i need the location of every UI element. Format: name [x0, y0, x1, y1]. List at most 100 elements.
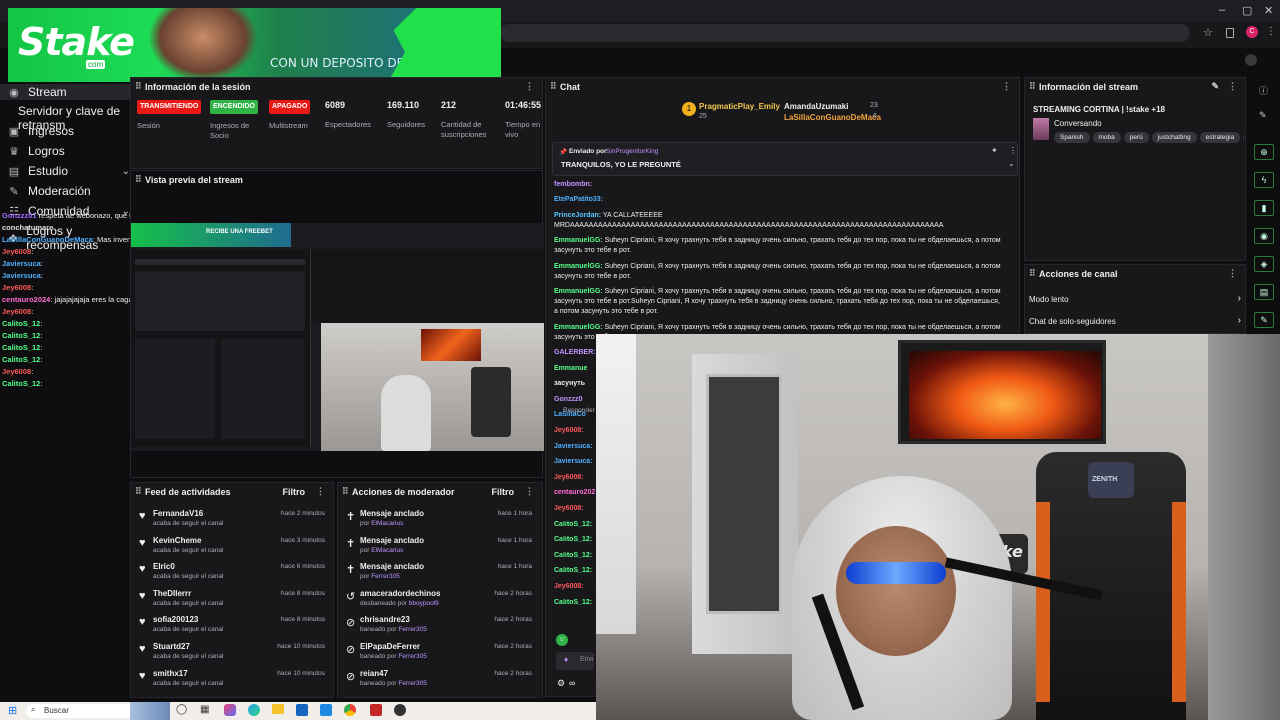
chat-side-user[interactable]: Jey6008: [554, 583, 596, 590]
chat-message[interactable]: PrinceJordan: YA CALLATEEEEE [554, 211, 1002, 221]
chat-message[interactable]: fembombn: [554, 180, 1002, 190]
chevron-down-icon[interactable]: ⌄ [1008, 159, 1015, 168]
sidebar-item-stream[interactable]: ◉ Stream [0, 84, 130, 100]
chat-message[interactable]: EmmanuelGG: Suheyn Cipriani, Я хочу трах… [554, 287, 1002, 317]
emote-icon[interactable]: ☺ [556, 634, 568, 646]
chat-side-user[interactable]: centauro202 [554, 489, 596, 496]
mod-action-item[interactable]: ✝ Mensaje anclado por Ferrer305 hace 1 hora [338, 560, 538, 586]
quick-action-button[interactable]: ◈ [1254, 256, 1274, 272]
settings-icon[interactable]: ⚙ [557, 678, 565, 689]
mod-action-by[interactable]: ElMacarius [371, 547, 403, 554]
activity-item[interactable]: ♥ Stuartd27 acaba de seguir el canal hace 1… [131, 640, 331, 666]
chat-side-user[interactable]: GALERBER: [554, 349, 596, 356]
unpin-icon[interactable]: ✦ [991, 146, 998, 155]
task-view-icon[interactable]: ◯ [176, 704, 187, 715]
filter-button[interactable]: Filtro [492, 487, 515, 497]
chat-user[interactable]: EmmanuelGG: [554, 263, 603, 270]
mod-action-item[interactable]: ✝ Mensaje anclado por ElMacarius hace 1 hor… [338, 534, 538, 560]
chat-side-user[interactable]: CalitoS_12: [554, 599, 596, 606]
chat-user[interactable]: fembombn: [554, 181, 592, 188]
activity-user[interactable]: Stuartd27 [153, 642, 190, 651]
chat-side-user[interactable]: CalitoS_12: [554, 536, 596, 543]
file-explorer-icon[interactable] [272, 704, 284, 714]
mod-action-by[interactable]: Ferrer305 [371, 573, 400, 580]
sidepanel-icon[interactable] [1226, 28, 1234, 38]
taskbar-widget[interactable] [130, 702, 170, 720]
close-window-button[interactable]: ✕ [1264, 4, 1273, 17]
mod-action-item[interactable]: ↺ amaceradordechinos desbaneado por bboypo… [338, 587, 538, 613]
address-bar[interactable] [500, 24, 1190, 42]
quick-action-button[interactable]: ⊕ [1254, 144, 1274, 160]
quick-action-button[interactable]: ▮ [1254, 200, 1274, 216]
more-options-icon[interactable]: ⋮ [525, 486, 534, 497]
quick-action-button[interactable]: ϟ [1254, 172, 1274, 188]
quick-action-button[interactable]: ✎ [1254, 312, 1274, 328]
chat-user[interactable]: EtePaPatito33: [554, 196, 603, 203]
activity-user[interactable]: sofia200123 [153, 615, 198, 624]
chat-side-user[interactable]: Javiersuca: [554, 458, 596, 465]
activity-item[interactable]: ♥ smithx17 acaba de seguir el canal hace 10… [131, 667, 331, 693]
tag[interactable]: justchatting [1151, 132, 1197, 143]
mod-action-by[interactable]: Ferrer305 [398, 626, 427, 633]
activity-user[interactable]: Elric0 [153, 562, 175, 571]
chat-message[interactable]: MRDAAAAAAAAAAAAAAAAAAAAAAAAAAAAAAAAAAAAA… [554, 221, 1002, 231]
gifter-name[interactable]: PragmaticPlay_Emily [699, 102, 780, 111]
app-icon[interactable] [320, 704, 332, 716]
mod-action-item[interactable]: ⊘ ElPapaDeFerrer baneado por Ferrer305 hace… [338, 640, 538, 666]
chat-side-user[interactable]: Jey6008: [554, 505, 596, 512]
maximize-button[interactable]: ▢ [1242, 4, 1252, 17]
mod-action-item[interactable]: ✝ Mensaje anclado por ElMacarius hace 1 hor… [338, 507, 538, 533]
chrome-icon[interactable] [344, 704, 356, 716]
chat-side-user[interactable]: CalitoS_12: [554, 567, 596, 574]
more-options-icon[interactable]: ⋮ [1002, 81, 1011, 92]
quick-action-button[interactable]: ▤ [1254, 284, 1274, 300]
infinity-icon[interactable]: ∞ [569, 678, 575, 688]
category-name[interactable]: Conversando [1054, 119, 1102, 128]
sidebar-item-moderacion[interactable]: ✎ Moderación [8, 184, 90, 198]
activity-user[interactable]: TheDIlerrr [153, 589, 191, 598]
store-icon[interactable] [296, 704, 308, 716]
browser-menu-icon[interactable]: ⋮ [1266, 26, 1276, 37]
desktops-icon[interactable]: ▦ [200, 704, 209, 715]
copilot-icon[interactable] [224, 704, 236, 716]
filter-button[interactable]: Filtro [283, 487, 306, 497]
minimize-button[interactable]: – [1219, 4, 1225, 16]
mod-action-item[interactable]: ⊘ chrisandre23 baneado por Ferrer305 hace 2… [338, 613, 538, 639]
quick-action-button[interactable]: ◉ [1254, 228, 1274, 244]
tag[interactable]: estrategia [1199, 132, 1241, 143]
app-icon[interactable] [370, 704, 382, 716]
user-avatar[interactable] [1245, 54, 1257, 66]
stream-preview-video[interactable]: RECIBE UNA FREEBET [131, 223, 544, 451]
chat-user[interactable]: EmmanuelGG: [554, 324, 603, 331]
sidebar-item-estudio[interactable]: ▤ Estudio ⌄ [8, 164, 130, 178]
sidebar-item-ingresos[interactable]: ▣ Ingresos [8, 124, 74, 138]
activity-item[interactable]: ♥ KevinCheme acaba de seguir el canal hace … [131, 534, 331, 560]
chat-side-user[interactable]: CalitoS_12: [554, 552, 596, 559]
chat-side-user[interactable]: CalitoS_12: [554, 521, 596, 528]
bookmark-star-icon[interactable]: ☆ [1203, 26, 1213, 39]
tag[interactable]: moba [1092, 132, 1121, 143]
chat-message[interactable]: EtePaPatito33: [554, 195, 1002, 205]
chat-user[interactable]: PrinceJordan: [554, 212, 601, 219]
chat-user[interactable]: EmmanuelGG: [554, 288, 603, 295]
gifter-name[interactable]: LaSillaConGuanoDeMaca [784, 113, 881, 122]
edit-icon[interactable]: ✎ [1211, 81, 1219, 92]
profile-avatar[interactable]: C [1246, 26, 1258, 38]
activity-item[interactable]: ♥ FernandaV16 acaba de seguir el canal hace… [131, 507, 331, 533]
activity-user[interactable]: FernandaV16 [153, 509, 203, 518]
pinned-message[interactable]: 📌 Enviado por SinProgenitorKing TRANQUIL… [552, 142, 1018, 176]
reply-label[interactable]: Responder [563, 407, 595, 414]
info-icon[interactable]: ⓘ [1259, 84, 1268, 97]
chat-input[interactable]: ♦ Envi [556, 652, 594, 670]
activity-user[interactable]: KevinCheme [153, 536, 201, 545]
chat-user[interactable]: EmmanuelGG: [554, 237, 603, 244]
tag[interactable]: Al [1243, 132, 1244, 143]
more-options-icon[interactable]: ⋮ [1228, 268, 1237, 279]
edge-icon[interactable] [248, 704, 260, 716]
activity-user[interactable]: smithx17 [153, 669, 188, 678]
more-options-icon[interactable]: ⋮ [316, 486, 325, 497]
chat-side-user[interactable]: Jey6008: [554, 474, 596, 481]
activity-item[interactable]: ♥ sofia200123 acaba de seguir el canal hace… [131, 613, 331, 639]
tag[interactable]: perú [1123, 132, 1149, 143]
chat-side-user[interactable]: засунуть [554, 380, 596, 387]
